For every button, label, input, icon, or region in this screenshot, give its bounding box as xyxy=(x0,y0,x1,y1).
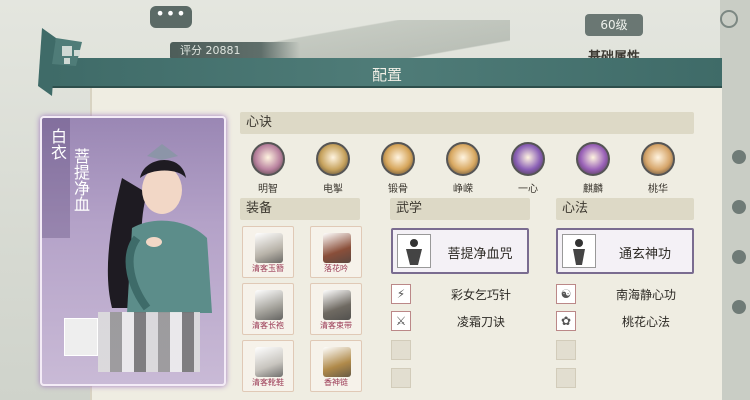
inner-main-label: 通玄神功 xyxy=(618,247,671,262)
pixelated-info-block xyxy=(98,312,200,372)
boots-icon xyxy=(255,347,283,377)
sun-burst-icon xyxy=(381,142,415,176)
inner-sub-2[interactable]: ✿ 桃花心法 xyxy=(556,311,696,333)
skill-7[interactable]: 桃华 xyxy=(636,142,680,195)
side-menu-icon[interactable] xyxy=(732,300,746,314)
needle-icon: ⚡ xyxy=(391,284,411,304)
martial-main-label: 菩提净血咒 xyxy=(447,247,513,262)
meditation-icon: ☯ xyxy=(556,284,576,304)
dialog-title: 配置 xyxy=(371,66,402,84)
martial-sub-1-label: 彩女乞巧针 xyxy=(450,288,511,302)
equipment-section-header: 装备 xyxy=(240,198,360,220)
equipment-slot-3[interactable]: 清客长袍 xyxy=(242,283,294,335)
character-figure-icon xyxy=(107,144,212,313)
equipment-label: 清客玉簪 xyxy=(252,264,284,273)
skill-1[interactable]: 明智 xyxy=(246,142,290,195)
peach-scroll-icon: ✿ xyxy=(556,311,576,331)
skill-label: 锻骨 xyxy=(388,184,408,195)
inner-empty-slot-1[interactable] xyxy=(556,340,576,360)
equipment-label: 清客束带 xyxy=(320,321,352,330)
equipment-label: 香神链 xyxy=(324,378,348,387)
equipment-slot-1[interactable]: 清客玉簪 xyxy=(242,226,294,278)
inner-sub-1[interactable]: ☯ 南海静心功 xyxy=(556,284,696,306)
martial-sub-1[interactable]: ⚡ 彩女乞巧针 xyxy=(391,284,531,306)
skill-label: 明智 xyxy=(258,184,278,195)
skill-6[interactable]: 麒麟 xyxy=(571,142,615,195)
eye-orb-icon xyxy=(251,142,285,176)
equipment-slot-6[interactable]: 香神链 xyxy=(310,340,362,392)
martial-sub-2[interactable]: ⚔ 凌霜刀诀 xyxy=(391,311,531,333)
skill-4[interactable]: 峥嵘 xyxy=(441,142,485,195)
skill-label: 麒麟 xyxy=(583,184,603,195)
lightning-l-icon xyxy=(316,142,350,176)
character-name: 菩提净血 xyxy=(71,148,90,212)
skill-label: 电掣 xyxy=(323,184,343,195)
equipment-slot-2[interactable]: 落花吟 xyxy=(310,226,362,278)
side-menu-icon[interactable] xyxy=(732,250,746,264)
dialog-header: 配置 xyxy=(52,58,722,88)
side-menu-icon[interactable] xyxy=(732,200,746,214)
skills-section-header: 心诀 xyxy=(240,112,694,134)
equipment-label: 清客靴鞋 xyxy=(252,378,284,387)
necklace-icon xyxy=(323,347,351,377)
side-menu-icon[interactable] xyxy=(732,150,746,164)
inner-sub-2-label: 桃花心法 xyxy=(621,315,670,329)
martial-main-icon xyxy=(397,234,431,268)
level-badge: 60级 xyxy=(585,14,643,36)
martial-main-slot[interactable]: 菩提净血咒 xyxy=(391,228,529,274)
skill-label: 桃华 xyxy=(648,184,668,195)
inner-empty-slot-2[interactable] xyxy=(556,368,576,388)
martial-section-header: 武学 xyxy=(390,198,530,220)
equipment-slot-5[interactable]: 清客靴鞋 xyxy=(242,340,294,392)
skill-5[interactable]: 一心 xyxy=(506,142,550,195)
staff-icon xyxy=(323,233,351,263)
hairpin-icon xyxy=(255,233,283,263)
robe-icon xyxy=(255,290,283,320)
chat-bubble-icon[interactable]: ••• xyxy=(150,6,192,28)
peach-blossom-icon xyxy=(641,142,675,176)
purple-flame-icon xyxy=(511,142,545,176)
inner-main-slot[interactable]: 通玄神功 xyxy=(556,228,694,274)
equipment-slot-4[interactable]: 清客束带 xyxy=(310,283,362,335)
inner-sub-1-label: 南海静心功 xyxy=(615,288,676,302)
settings-icon[interactable] xyxy=(720,10,738,28)
inner-main-icon xyxy=(562,234,596,268)
martial-sub-2-label: 凌霜刀诀 xyxy=(456,315,505,329)
martial-empty-slot-2[interactable] xyxy=(391,368,411,388)
mini-avatar xyxy=(64,318,98,356)
martial-empty-slot-1[interactable] xyxy=(391,340,411,360)
skill-3[interactable]: 锻骨 xyxy=(376,142,420,195)
character-title: 白衣 xyxy=(48,128,67,160)
character-portrait-card[interactable]: 白衣 菩提净血 xyxy=(40,116,226,386)
qilin-icon xyxy=(576,142,610,176)
belt-icon xyxy=(323,290,351,320)
cloud-orb-icon xyxy=(446,142,480,176)
equipment-label: 落花吟 xyxy=(324,264,348,273)
inner-section-header: 心法 xyxy=(556,198,694,220)
skill-label: 一心 xyxy=(518,184,538,195)
equipment-label: 清客长袍 xyxy=(252,321,284,330)
skill-2[interactable]: 电掣 xyxy=(311,142,355,195)
skill-label: 峥嵘 xyxy=(453,184,473,195)
blade-icon: ⚔ xyxy=(391,311,411,331)
